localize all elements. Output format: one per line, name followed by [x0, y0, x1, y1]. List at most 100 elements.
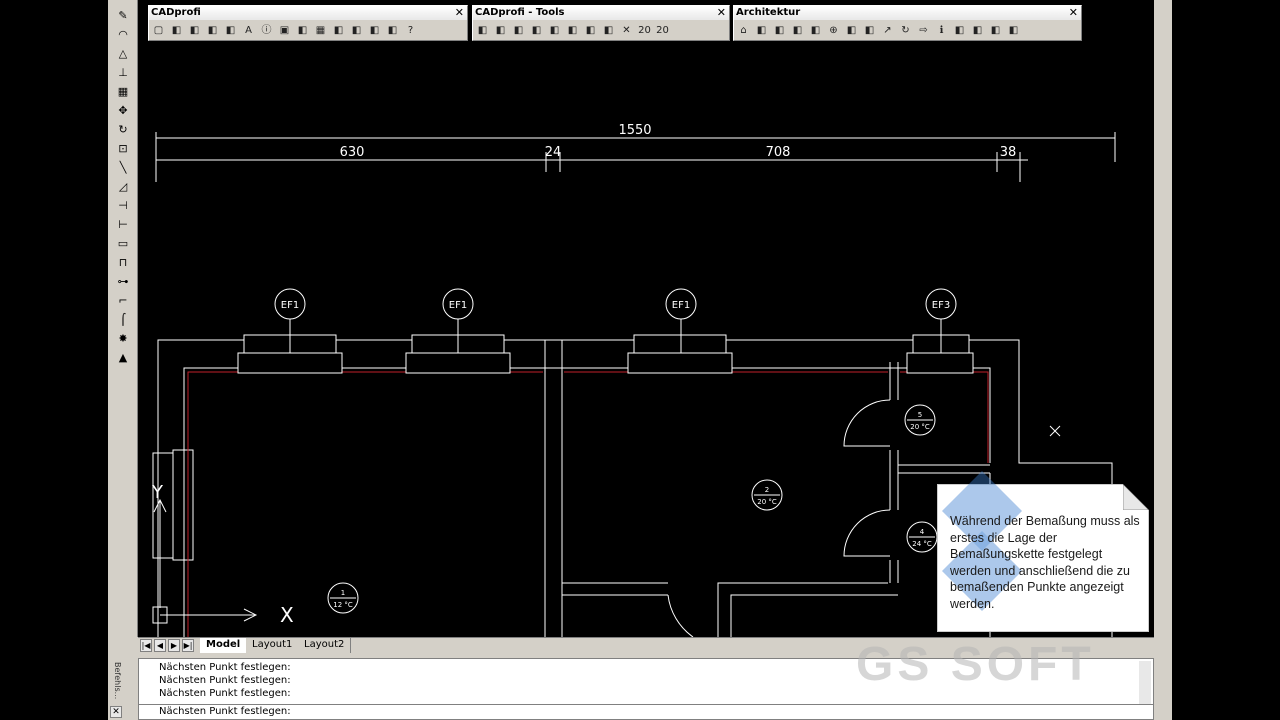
- draw-icon[interactable]: ◧: [529, 23, 544, 38]
- rotate-icon[interactable]: ↻: [115, 122, 131, 138]
- compass-icon[interactable]: ⊕: [826, 23, 841, 38]
- next-tab-icon[interactable]: ▶: [168, 639, 180, 652]
- window-icon[interactable]: ◧: [385, 23, 400, 38]
- text-a-icon[interactable]: A: [241, 23, 256, 38]
- fillet-icon[interactable]: ⌐: [115, 293, 131, 309]
- sort-icon[interactable]: ◧: [295, 23, 310, 38]
- save-icon[interactable]: ▣: [277, 23, 292, 38]
- dimension-text-seg2: 24: [545, 145, 562, 160]
- room-temperature: 20 °C: [757, 498, 777, 506]
- tree-icon[interactable]: ◧: [862, 23, 877, 38]
- close-icon[interactable]: ✕: [1069, 6, 1078, 20]
- dimension-icon[interactable]: ◧: [988, 23, 1003, 38]
- room-number: 1: [341, 589, 345, 597]
- chart-icon[interactable]: ◧: [223, 23, 238, 38]
- dimension-text-total: 1550: [618, 123, 651, 138]
- watermark-logo: GS SOFT: [856, 638, 1095, 691]
- close-icon[interactable]: ✕: [455, 6, 464, 20]
- toolbar-title: Architektur ✕: [734, 6, 1081, 20]
- extend-icon[interactable]: ⊢: [115, 217, 131, 233]
- dimension-text-seg3: 708: [766, 145, 791, 160]
- north-icon[interactable]: ◧: [844, 23, 859, 38]
- canvas-vertical-scrollbar[interactable]: [1154, 0, 1172, 637]
- tab-layout1[interactable]: Layout1: [246, 638, 300, 653]
- room-temperature: 12 °C: [333, 601, 353, 609]
- pipe-icon[interactable]: ◧: [475, 23, 490, 38]
- layers-icon[interactable]: ◧: [187, 23, 202, 38]
- elbow-icon[interactable]: ◧: [565, 23, 580, 38]
- explode-icon[interactable]: ✸: [115, 331, 131, 347]
- break-icon[interactable]: ⊣: [115, 198, 131, 214]
- polygon-icon[interactable]: ⊓: [115, 255, 131, 271]
- arrow-turn-icon[interactable]: ◧: [952, 23, 967, 38]
- trim-icon[interactable]: ◿: [115, 179, 131, 195]
- pipe-join-icon[interactable]: ◧: [493, 23, 508, 38]
- radiators: [237, 318, 974, 374]
- circle-arc-icon[interactable]: ◠: [115, 27, 131, 43]
- triangle-icon[interactable]: △: [115, 46, 131, 62]
- tree-icon[interactable]: ◧: [583, 23, 598, 38]
- command-scrollbar[interactable]: [1139, 661, 1151, 705]
- cursor-pickbox: [1049, 425, 1061, 437]
- line-icon[interactable]: ╲: [115, 160, 131, 176]
- command-prompt-input[interactable]: Nächsten Punkt festlegen:: [139, 704, 1153, 719]
- rotate-icon[interactable]: ↻: [898, 23, 913, 38]
- command-window-label: Befehls...: [108, 658, 122, 704]
- info-box-icon[interactable]: ℹ: [934, 23, 949, 38]
- join-icon[interactable]: ⊶: [115, 274, 131, 290]
- rectangle-icon[interactable]: ▭: [115, 236, 131, 252]
- number-20b-icon[interactable]: 20: [655, 23, 670, 38]
- close-icon[interactable]: ✕: [717, 6, 726, 20]
- level-icon[interactable]: ◧: [970, 23, 985, 38]
- info-icon[interactable]: ⓘ: [259, 23, 274, 38]
- furniture-icon[interactable]: ◧: [808, 23, 823, 38]
- arrow-icon[interactable]: ↗: [880, 23, 895, 38]
- toolbar-title: CADprofi - Tools ✕: [473, 6, 729, 20]
- fixture-tag-label: EF1: [449, 300, 467, 311]
- arrow-right-icon[interactable]: ⇨: [916, 23, 931, 38]
- eraser-icon[interactable]: ◧: [331, 23, 346, 38]
- last-tab-icon[interactable]: ▶|: [182, 639, 194, 652]
- duplicate-icon[interactable]: ◧: [601, 23, 616, 38]
- move-icon[interactable]: ✥: [115, 103, 131, 119]
- cad-application-window: ✎ ◠ △ ⊥ ▦ ✥ ↻ ⊡ ╲ ◿ ⊣ ⊢ ▭ ⊓ ⊶ ⌐ ⌠ ✸ ▲ 1550 630 24 708 38: [108, 0, 1172, 720]
- stamp-icon[interactable]: ⊥: [115, 65, 131, 81]
- pipe-split-icon[interactable]: ◧: [511, 23, 526, 38]
- window-frame-icon[interactable]: ◧: [772, 23, 787, 38]
- open-icon[interactable]: ◧: [169, 23, 184, 38]
- first-tab-icon[interactable]: |◀: [140, 639, 152, 652]
- tab-layout2[interactable]: Layout2: [298, 638, 352, 653]
- page-fold-icon: [1123, 484, 1149, 510]
- wall-icon[interactable]: ◧: [754, 23, 769, 38]
- measure-icon[interactable]: ◧: [1006, 23, 1021, 38]
- grid-icon[interactable]: ▦: [115, 84, 131, 100]
- scale-icon[interactable]: ⊡: [115, 141, 131, 157]
- stairs-icon[interactable]: ◧: [790, 23, 805, 38]
- fixture-tag-label: EF1: [672, 300, 690, 311]
- pen-icon[interactable]: ◧: [547, 23, 562, 38]
- grid-icon[interactable]: ▦: [313, 23, 328, 38]
- print-icon[interactable]: ◧: [367, 23, 382, 38]
- prev-tab-icon[interactable]: ◀: [154, 639, 166, 652]
- tab-model[interactable]: Model: [200, 638, 248, 653]
- fixture-tag-label: EF1: [281, 300, 299, 311]
- inner-wall-lines: [187, 371, 989, 637]
- link-icon[interactable]: ◧: [349, 23, 364, 38]
- toolbar-title: CADprofi ✕: [149, 6, 467, 20]
- hatch-icon[interactable]: ▲: [115, 350, 131, 366]
- new-file-icon[interactable]: ▢: [151, 23, 166, 38]
- chamfer-icon[interactable]: ⌠: [115, 312, 131, 328]
- house-icon[interactable]: ⌂: [736, 23, 751, 38]
- tooltip-text: Während der Bemaßung muss als erstes die…: [950, 514, 1140, 611]
- help-icon[interactable]: ?: [403, 23, 418, 38]
- room-number: 2: [765, 486, 769, 494]
- close-icon[interactable]: ✕: [110, 706, 122, 718]
- toolbar-cadprofi: CADprofi ✕ ▢ ◧ ◧ ◧ ◧ Aⓘ ▣ ◧ ▦ ◧ ◧ ◧ ◧?: [148, 5, 468, 41]
- dimension-text-seg4: 38: [1000, 145, 1017, 160]
- wrench-icon[interactable]: ✕: [619, 23, 634, 38]
- number-20-icon[interactable]: 20: [637, 23, 652, 38]
- table-icon[interactable]: ◧: [205, 23, 220, 38]
- room-temperature: 20 °C: [910, 423, 930, 431]
- toolbar-architektur: Architektur ✕ ⌂ ◧ ◧ ◧ ◧ ⊕ ◧ ◧ ↗ ↻ ⇨ ℹ ◧ ◧ ◧ ◧: [733, 5, 1082, 41]
- pencil-icon[interactable]: ✎: [115, 8, 131, 24]
